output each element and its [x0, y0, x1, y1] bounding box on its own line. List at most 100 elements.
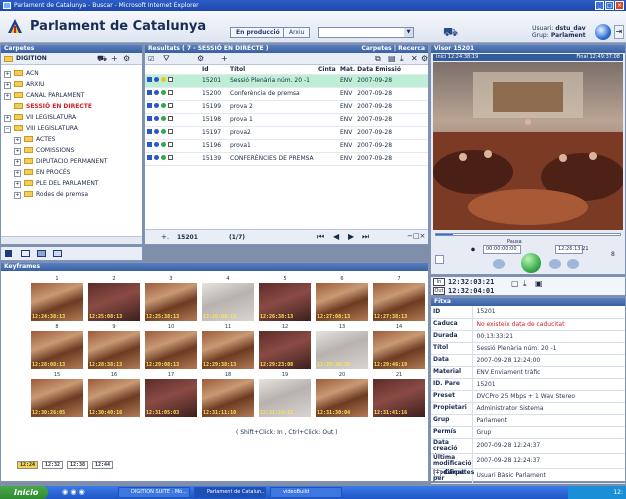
keyframe-page-button[interactable]: 12:32	[42, 461, 64, 469]
time-left-field[interactable]: 00:00:00:00	[483, 245, 521, 254]
keyframe-thumbnail[interactable]: 12:25:38:13	[145, 283, 197, 321]
tree-item-acn[interactable]: + ACN	[4, 68, 142, 79]
play-icon[interactable]	[147, 129, 152, 134]
expand-icon[interactable]: +	[4, 93, 11, 100]
keyframe-thumbnail[interactable]: 12:29:38:13	[202, 331, 254, 369]
keyframe-thumbnail[interactable]: 12:31:24:11	[259, 379, 311, 417]
keyframe-thumbnail[interactable]: 12:31:41:16	[373, 379, 425, 417]
keyframe-thumbnail[interactable]: 12:25:08:13	[88, 283, 140, 321]
keyframe-page-button[interactable]: 12:44	[92, 461, 114, 469]
expand-icon[interactable]: +	[14, 170, 21, 177]
table-row[interactable]: 15197 prova2 ENV 2007-09-28	[145, 126, 428, 140]
info-icon[interactable]	[154, 90, 159, 95]
tree-item-actes[interactable]: + ACTES	[4, 134, 142, 145]
settings-icon[interactable]: ⚙	[123, 54, 130, 63]
loop-icon[interactable]	[435, 255, 444, 264]
collapse-icon[interactable]: −	[4, 126, 11, 133]
archive-button[interactable]: Arxiu	[283, 27, 311, 38]
row-checkbox[interactable]	[168, 77, 173, 82]
expand-icon[interactable]: +	[14, 159, 21, 166]
keyframe-thumbnail[interactable]: 12:31:11:10	[202, 379, 254, 417]
keyframe-thumbnail[interactable]: 12:29:23:08	[259, 331, 311, 369]
maximize-button[interactable]: □	[605, 1, 614, 10]
col-date[interactable]: Data Emissió	[355, 65, 428, 75]
mode-button[interactable]: En producció	[230, 27, 286, 38]
results-tabs[interactable]: Carpetes | Recerca	[361, 45, 425, 53]
row-checkbox[interactable]	[168, 103, 173, 108]
keyframe-thumbnail[interactable]: 12:26:08:13	[202, 283, 254, 321]
next-page-icon[interactable]: ▶	[348, 232, 354, 241]
window-controls-icon[interactable]: −□×	[407, 232, 425, 240]
add-folder-icon[interactable]: +	[111, 54, 118, 63]
play-icon[interactable]	[147, 103, 152, 108]
visor-progress-track[interactable]	[435, 233, 621, 236]
table-row[interactable]: 15199 prova 2 ENV 2007-09-28	[145, 100, 428, 114]
delete-icon[interactable]: ✕	[411, 54, 418, 63]
table-row[interactable]: 15139 CONFERÈNCIES DE PREMSA ENV 2007-09-28	[145, 152, 428, 166]
keyframe-page-button[interactable]: 12:24	[17, 461, 39, 469]
keyframe-thumbnail[interactable]: 12:30:26:05	[31, 379, 83, 417]
task-digition[interactable]: DIGITION SUITE : Mó...	[118, 487, 190, 498]
table-row[interactable]: 15201 Sessió Plenària núm. 20 -1 ENV 2007-0…	[145, 74, 428, 88]
cell-title[interactable]: prova2	[228, 126, 316, 140]
time-right-field[interactable]: 12:26:13:21	[555, 245, 589, 254]
tree-item-en-proces[interactable]: + EN PROCÉS	[4, 167, 142, 178]
header-select[interactable]: ▼	[318, 27, 414, 38]
table-row[interactable]: 15200 Conferència de premsa ENV 2007-09-28	[145, 87, 428, 101]
expand-icon[interactable]: +	[4, 82, 11, 89]
cart-add-icon[interactable]: ⛟	[97, 54, 107, 64]
col-title[interactable]: Títol	[228, 65, 316, 75]
keyframe-thumbnail[interactable]: 12:31:05:03	[145, 379, 197, 417]
row-checkbox[interactable]	[168, 116, 173, 121]
tree-item-rodes-de-premsa[interactable]: + Rodes de premsa	[4, 189, 142, 200]
rewind-button[interactable]	[493, 259, 505, 269]
filter-icon[interactable]: ⛛	[163, 54, 170, 64]
tree-item-comissions[interactable]: + COMISSIONS	[4, 145, 142, 156]
info-icon[interactable]	[154, 129, 159, 134]
view-thumbs-icon[interactable]	[53, 250, 62, 257]
col-cinta[interactable]: Cinta	[316, 65, 338, 75]
view-single-icon[interactable]	[5, 250, 12, 257]
expand-icon[interactable]: +	[14, 137, 21, 144]
keyframe-thumbnail[interactable]: 12:27:38:13	[373, 283, 425, 321]
play-button[interactable]	[521, 253, 541, 273]
play-icon[interactable]	[147, 142, 152, 147]
add-icon[interactable]: +.	[161, 233, 169, 241]
copy-icon[interactable]: ⧉	[375, 54, 381, 64]
next-frame-button[interactable]	[567, 259, 579, 269]
expand-icon[interactable]: +	[14, 148, 21, 155]
cell-title[interactable]: prova1	[228, 139, 316, 153]
keyframe-thumbnail[interactable]: 12:29:46:19	[373, 331, 425, 369]
cell-title[interactable]: CONFERÈNCIES DE PREMSA	[228, 152, 316, 166]
row-checkbox[interactable]	[168, 142, 173, 147]
play-icon[interactable]	[147, 155, 152, 160]
info-icon[interactable]	[154, 103, 159, 108]
info-icon[interactable]	[154, 142, 159, 147]
expand-icon[interactable]: +	[434, 470, 441, 477]
download-icon[interactable]: ⤓	[400, 54, 404, 64]
play-icon[interactable]	[147, 77, 152, 82]
last-page-icon[interactable]: ⏭	[362, 232, 369, 242]
expand-icon[interactable]: +	[14, 181, 21, 188]
exit-icon[interactable]: ⇥	[614, 25, 624, 39]
row-checkbox[interactable]	[168, 90, 173, 95]
tree-item-arxiu[interactable]: + ARXIU	[4, 79, 142, 90]
view-list-icon[interactable]	[21, 250, 30, 257]
cell-title[interactable]: prova 1	[228, 113, 316, 127]
keyframe-thumbnail[interactable]: 12:26:38:13	[259, 283, 311, 321]
forward-button[interactable]	[549, 259, 561, 269]
quicklaunch-icon[interactable]: ◉ ◉ ◉	[62, 488, 85, 496]
minimize-button[interactable]: _	[595, 1, 604, 10]
in-button[interactable]: In	[433, 278, 445, 286]
expand-icon[interactable]: +	[4, 115, 11, 122]
cell-title[interactable]: Conferència de premsa	[228, 87, 316, 101]
col-mat[interactable]: Mat.	[338, 65, 356, 75]
add-icon[interactable]: +	[221, 54, 228, 63]
tree-item-ple-del-parlament[interactable]: + PLE DEL PARLAMENT	[4, 178, 142, 189]
keyframe-thumbnail[interactable]: 12:29:08:13	[145, 331, 197, 369]
tree-item-vii-legislatura[interactable]: + VII LEGISLATURA	[4, 112, 142, 123]
keyframe-thumbnail[interactable]: 12:24:38:13	[31, 283, 83, 321]
first-page-icon[interactable]: ⏮	[317, 232, 324, 242]
task-videobuild[interactable]: videoBuild	[270, 487, 342, 498]
cell-title[interactable]: prova 2	[228, 100, 316, 114]
